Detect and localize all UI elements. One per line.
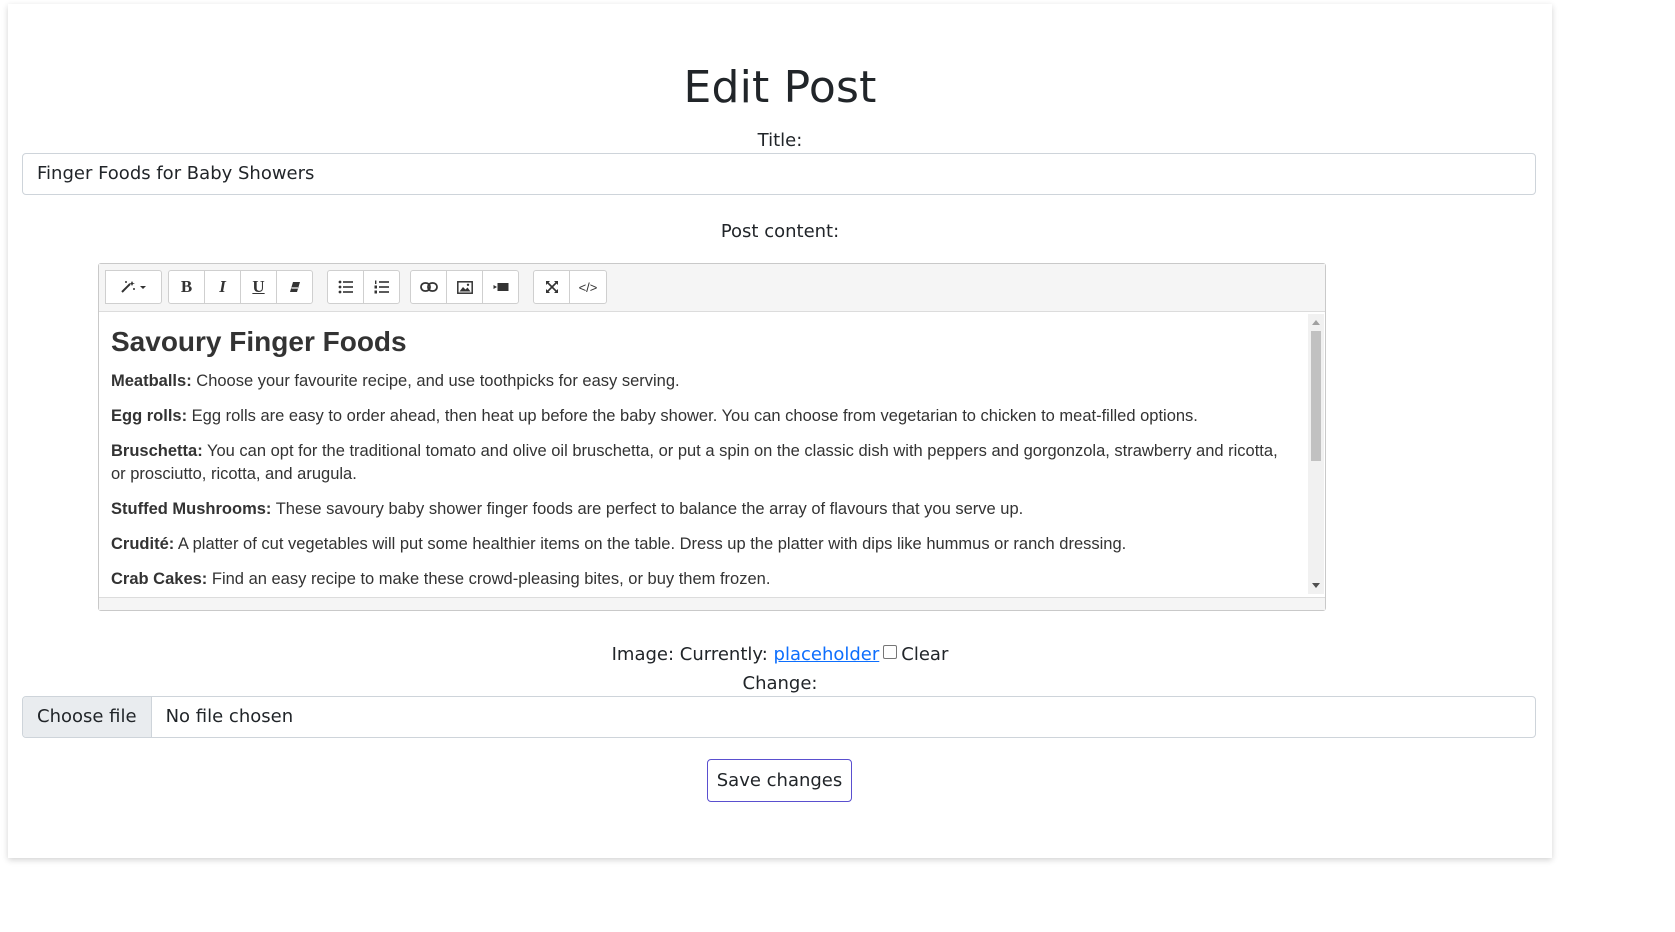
content-item-term: Crudité: [111,535,175,553]
content-item-text: These savoury baby shower finger foods a… [271,500,1024,518]
content-item-term: Stuffed Mushrooms: [111,500,272,518]
eraser-icon [289,282,300,292]
content-label: Post content: [720,221,840,242]
edit-post-card: Edit Post Title: Finger Foods for Baby S… [8,4,1552,858]
content-item-term: Egg rolls: [111,407,188,425]
bold-label: B [180,277,193,296]
rich-text-editor: B I U </> Savoury Finger Foods Meatballs… [98,263,1326,611]
picture-button[interactable] [446,270,483,304]
image-label: Image: Currently: [611,644,774,665]
content-item-crudite: Crudité: A platter of cut vegetables wil… [111,533,1295,556]
content-item-egg-rolls: Egg rolls: Egg rolls are easy to order a… [111,405,1295,428]
content-item-text: Choose your favourite recipe, and use to… [191,372,680,390]
clear-format-button[interactable] [276,270,313,304]
picture-icon [456,280,473,294]
title-label: Title: [757,130,803,151]
file-input[interactable]: Choose file No file chosen [22,696,1536,738]
editor-toolbar: B I U </> [99,264,1325,312]
fullscreen-button[interactable] [533,270,570,304]
bold-button[interactable]: B [168,270,205,304]
save-changes-button[interactable]: Save changes [707,759,852,802]
underline-button[interactable]: U [240,270,277,304]
scrollbar-thumb[interactable] [1311,331,1321,461]
page-title: Edit Post [683,62,877,113]
change-label: Change: [742,673,818,694]
unordered-list-button[interactable] [327,270,364,304]
scroll-up-arrow-icon[interactable] [1312,320,1320,325]
ordered-list-icon [374,280,389,294]
magic-wand-icon [120,281,146,293]
image-current-row: Image: Currently: placeholder Clear [8,644,1552,665]
content-item-term: Meatballs: [111,372,192,390]
content-heading: Savoury Finger Foods [111,326,407,357]
content-item-term: Bruschetta: [111,442,203,460]
image-current-link[interactable]: placeholder [774,644,880,665]
content-item-crab-cakes: Crab Cakes: Find an easy recipe to make … [111,568,1295,591]
video-button[interactable] [482,270,519,304]
underline-label: U [252,277,265,296]
video-icon [493,283,508,291]
content-item-text: A platter of cut vegetables will put som… [174,535,1127,553]
fullscreen-icon [545,281,558,293]
italic-label: I [219,277,226,296]
font-style-group: B I U [168,270,313,304]
editor-content-area[interactable]: Savoury Finger Foods Meatballs: Choose y… [99,312,1307,596]
codeview-label: </> [578,279,598,295]
content-item-text: You can opt for the traditional tomato a… [111,442,1278,483]
style-dropdown-button[interactable] [105,270,162,304]
content-item-text: Egg rolls are easy to order ahead, then … [187,407,1198,425]
editor-resize-bar[interactable] [99,597,1325,610]
content-item-bruschetta: Bruschetta: You can opt for the traditio… [111,440,1295,486]
title-input[interactable]: Finger Foods for Baby Showers [22,153,1536,195]
content-item-meatballs: Meatballs: Choose your favourite recipe,… [111,370,1295,393]
clear-checkbox[interactable] [883,645,898,659]
content-item-text: Find an easy recipe to make these crowd-… [207,570,771,588]
italic-button[interactable]: I [204,270,241,304]
content-item-term: Crab Cakes: [111,570,208,588]
ordered-list-button[interactable] [363,270,400,304]
codeview-button[interactable]: </> [569,270,607,304]
style-group [105,270,162,304]
insert-group [410,270,519,304]
content-item-stuffed-mushrooms: Stuffed Mushrooms: These savoury baby sh… [111,498,1295,521]
link-button[interactable] [410,270,447,304]
file-status: No file chosen [165,706,294,727]
list-group [327,270,400,304]
scroll-down-arrow-icon[interactable] [1312,583,1320,588]
clear-label: Clear [901,644,949,665]
unordered-list-icon [338,280,353,294]
choose-file-button[interactable]: Choose file [23,697,152,737]
editor-scrollbar[interactable] [1308,314,1324,594]
link-icon [419,282,438,292]
view-group: </> [533,270,607,304]
